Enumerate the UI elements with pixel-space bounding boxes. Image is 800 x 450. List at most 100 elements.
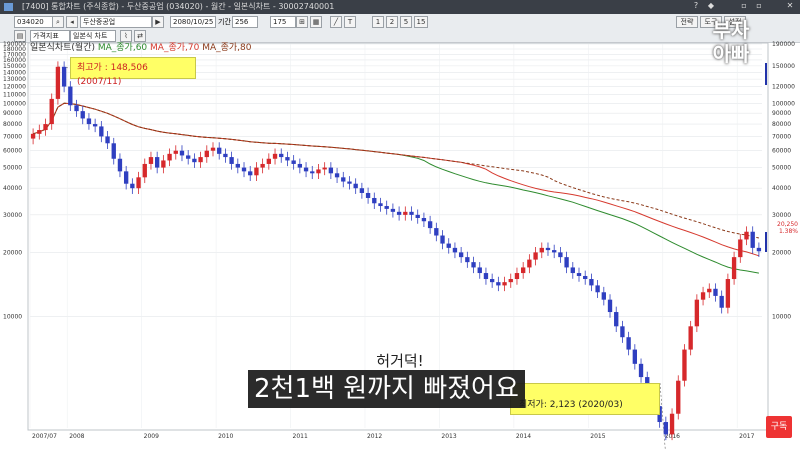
y-tick-label: 130000 — [3, 76, 26, 83]
candle-body — [322, 167, 327, 170]
candle-body — [359, 188, 365, 193]
y-right-tick-label: 50000 — [772, 165, 791, 172]
candle-body — [502, 282, 507, 286]
candle-body — [43, 124, 48, 131]
y-right-tick-label: 40000 — [772, 185, 791, 192]
y-tick-label: 50000 — [3, 165, 22, 172]
candle-body — [731, 257, 737, 280]
candle-body — [248, 171, 253, 176]
candle-body — [601, 292, 606, 300]
candle-body — [477, 267, 482, 274]
candle-body — [334, 173, 340, 178]
y-right-tick-label: 120000 — [772, 84, 795, 91]
candle-body — [303, 167, 309, 172]
candle-body — [427, 221, 433, 229]
candle-body — [458, 252, 464, 258]
candle-body — [353, 183, 358, 189]
candle-body — [552, 250, 557, 253]
candle-body — [99, 126, 104, 137]
logo-line-2: 아빠 — [712, 42, 750, 66]
candle-body — [49, 98, 54, 125]
candle-body — [756, 247, 762, 252]
candle-body — [217, 147, 222, 154]
candle-body — [607, 299, 613, 313]
candle-body — [260, 163, 265, 168]
candle-body — [688, 326, 693, 350]
x-tick-label: 2008 — [69, 433, 84, 440]
channel-logo: 부자 아빠 — [710, 18, 752, 74]
y-right-tick-label: 190000 — [772, 41, 795, 48]
y-right-tick-label: 70000 — [772, 133, 791, 140]
candle-body — [533, 252, 538, 260]
legend-ma80: MA_종가,80 — [202, 43, 252, 53]
y-tick-label: 80000 — [3, 121, 22, 128]
candle-body — [161, 160, 166, 168]
candle-body — [297, 163, 303, 168]
candle-body — [390, 208, 396, 212]
y-right-tick-label: 150000 — [772, 63, 795, 70]
candle-body — [483, 273, 489, 280]
candle-body — [186, 155, 191, 159]
candle-body — [415, 214, 420, 218]
y-tick-label: 70000 — [3, 133, 22, 140]
candle-body — [148, 157, 154, 164]
candle-body — [694, 299, 700, 327]
candle-body — [204, 150, 209, 158]
candle-body — [80, 111, 85, 119]
candle-body — [111, 143, 116, 159]
candle-body — [173, 150, 178, 154]
subscribe-button[interactable]: 구독 — [766, 416, 792, 438]
y-right-tick-label: 100000 — [772, 100, 795, 107]
candle-body — [37, 130, 42, 134]
candle-body — [347, 181, 352, 184]
subtitle-main: 2천1백 원까지 빠졌어요 — [248, 370, 525, 408]
candle-body — [30, 133, 36, 139]
candle-body — [192, 158, 197, 163]
candle-body — [558, 252, 563, 258]
candle-body — [167, 153, 172, 161]
x-axis: 2007/07 2008 2009 2010 2011 2012 2013 2014 2015 2… — [32, 433, 755, 440]
x-tick-label: 2012 — [367, 433, 382, 440]
candle-body — [663, 422, 669, 435]
candle-body — [105, 136, 110, 144]
candle-body — [750, 231, 755, 248]
candle-body — [365, 192, 371, 198]
y-axis-left: 1900001800001700001600001500001400001300… — [3, 41, 26, 321]
chart-legend: 일본식차트(월간) MA_종가,60 MA_종가,70 MA_종가,80 — [30, 40, 252, 53]
candle-body — [229, 157, 234, 164]
candle-body — [92, 124, 98, 127]
low-annotation-value: : 2,123 (2020/03) — [543, 400, 623, 410]
legend-ma60: MA_종가,60 — [97, 43, 148, 53]
logo-line-1: 부자 — [712, 18, 750, 42]
candle-body — [198, 157, 203, 163]
candle-body — [266, 158, 272, 164]
candle-body — [676, 380, 681, 414]
x-tick-label: 2013 — [441, 433, 456, 440]
candle-body — [700, 292, 706, 300]
candle-body — [452, 247, 458, 253]
y-tick-label: 120000 — [3, 84, 26, 91]
candle-body — [279, 153, 284, 158]
candle-body — [614, 312, 619, 327]
candle-body — [210, 147, 216, 151]
y-tick-label: 10000 — [3, 314, 22, 321]
candle-body — [254, 167, 259, 176]
candle-body — [719, 295, 724, 308]
y-right-tick-label: 30000 — [772, 212, 791, 219]
x-tick-label: 2014 — [516, 433, 531, 440]
price-marker-bar — [765, 63, 767, 85]
candle-body — [68, 86, 73, 106]
candle-body — [446, 243, 451, 248]
x-tick-label: 2011 — [293, 433, 308, 440]
candle-body — [527, 259, 532, 268]
y-tick-label: 60000 — [3, 148, 22, 155]
candle-body — [620, 326, 625, 338]
x-tick-label: 2009 — [144, 433, 159, 440]
candle-body — [310, 171, 315, 174]
candle-body — [496, 282, 501, 286]
candle-body — [341, 177, 346, 182]
y-right-tick-label: 90000 — [772, 110, 791, 117]
y-tick-label: 20000 — [3, 249, 22, 256]
y-tick-label: 40000 — [3, 185, 22, 192]
y-tick-label: 110000 — [3, 92, 26, 99]
